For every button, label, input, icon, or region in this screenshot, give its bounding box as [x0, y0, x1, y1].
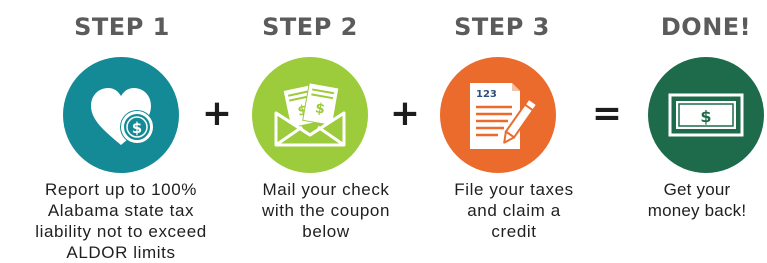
step-3-circle: 123: [440, 57, 556, 173]
heart-coin-icon: $: [91, 88, 154, 145]
equals-operator: =: [591, 93, 623, 134]
svg-text:$: $: [132, 119, 142, 137]
envelope-money-icon: $ $: [274, 82, 346, 147]
step-1-circle: $: [63, 57, 179, 173]
step-1-description: Report up to 100% Alabama state tax liab…: [35, 180, 207, 262]
bill-symbol: $: [700, 107, 711, 126]
tax-form-pen-icon: 123: [470, 83, 539, 149]
dollar-bill-icon: $: [668, 93, 744, 137]
step-2-circle: $ $: [252, 57, 368, 173]
plus-operator-2: +: [389, 93, 421, 134]
form-number: 123: [476, 89, 497, 100]
step-1-heading: STEP 1: [74, 13, 170, 41]
step-2-heading: STEP 2: [262, 13, 358, 41]
done-description: Get your money back!: [647, 180, 747, 220]
step-3-heading: STEP 3: [454, 13, 550, 41]
done-heading: DONE!: [660, 13, 752, 41]
step-2-description: Mail your check with the coupon below: [261, 180, 391, 241]
plus-operator-1: +: [201, 93, 233, 134]
step-3-description: File your taxes and claim a credit: [454, 180, 574, 241]
done-circle: $: [648, 57, 764, 173]
